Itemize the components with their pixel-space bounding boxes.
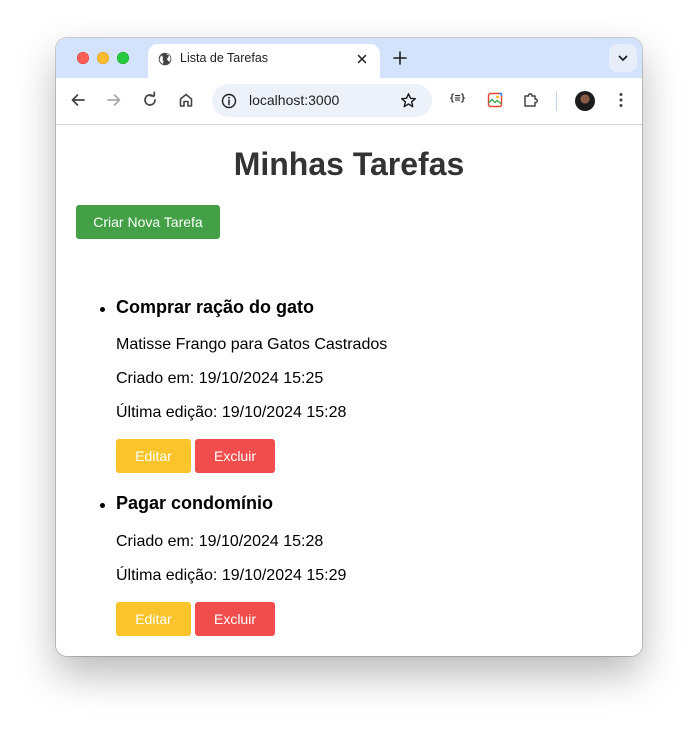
address-bar[interactable]: localhost:3000	[212, 84, 432, 117]
window-maximize-button[interactable]	[117, 52, 129, 64]
delete-button[interactable]: Excluir	[195, 439, 275, 473]
json-extension-icon[interactable]: {≡}	[449, 93, 466, 104]
page-content: Minhas Tarefas Criar Nova Tarefa Comprar…	[56, 125, 642, 656]
plus-icon[interactable]	[390, 48, 410, 68]
task-edited: Última edição: 19/10/2024 15:28	[116, 404, 347, 421]
task-title: Pagar condomínio	[116, 493, 274, 513]
star-icon[interactable]	[400, 92, 417, 109]
url-text: localhost:3000	[249, 92, 340, 108]
edit-button[interactable]: Editar	[116, 439, 191, 473]
avatar[interactable]	[575, 91, 595, 111]
window-close-button[interactable]	[77, 52, 89, 64]
extensions-puzzle-icon[interactable]	[522, 91, 540, 109]
reload-icon[interactable]	[141, 91, 159, 109]
globe-icon	[158, 52, 172, 66]
browser-window: Lista de Tarefas localhost:3000 {≡} Minh…	[56, 38, 642, 656]
bullet	[100, 307, 105, 312]
tab-search-button[interactable]	[609, 44, 637, 72]
task-created: Criado em: 19/10/2024 15:25	[116, 370, 324, 387]
browser-toolbar: localhost:3000 {≡}	[56, 78, 642, 125]
close-icon[interactable]	[354, 51, 370, 67]
task-created: Criado em: 19/10/2024 15:28	[116, 533, 324, 550]
window-minimize-button[interactable]	[97, 52, 109, 64]
task-edited: Última edição: 19/10/2024 15:29	[116, 567, 347, 584]
task-title: Comprar ração do gato	[116, 297, 315, 317]
edit-button[interactable]: Editar	[116, 602, 191, 636]
browser-tab[interactable]: Lista de Tarefas	[148, 44, 380, 78]
info-icon[interactable]	[221, 93, 237, 109]
page-title: Minhas Tarefas	[233, 146, 465, 182]
toolbar-divider	[556, 91, 557, 111]
create-task-button[interactable]: Criar Nova Tarefa	[76, 205, 220, 239]
forward-arrow-icon[interactable]	[105, 91, 123, 109]
task-description: Matisse Frango para Gatos Castrados	[116, 336, 388, 353]
delete-button[interactable]: Excluir	[195, 602, 275, 636]
image-extension-icon[interactable]	[486, 91, 504, 109]
tab-title: Lista de Tarefas	[180, 51, 269, 65]
back-arrow-icon[interactable]	[69, 91, 87, 109]
chevron-down-icon	[618, 55, 628, 61]
tab-strip: Lista de Tarefas	[56, 38, 642, 78]
home-icon[interactable]	[177, 91, 195, 109]
bullet	[100, 503, 105, 508]
menu-kebab-icon[interactable]	[612, 91, 630, 109]
